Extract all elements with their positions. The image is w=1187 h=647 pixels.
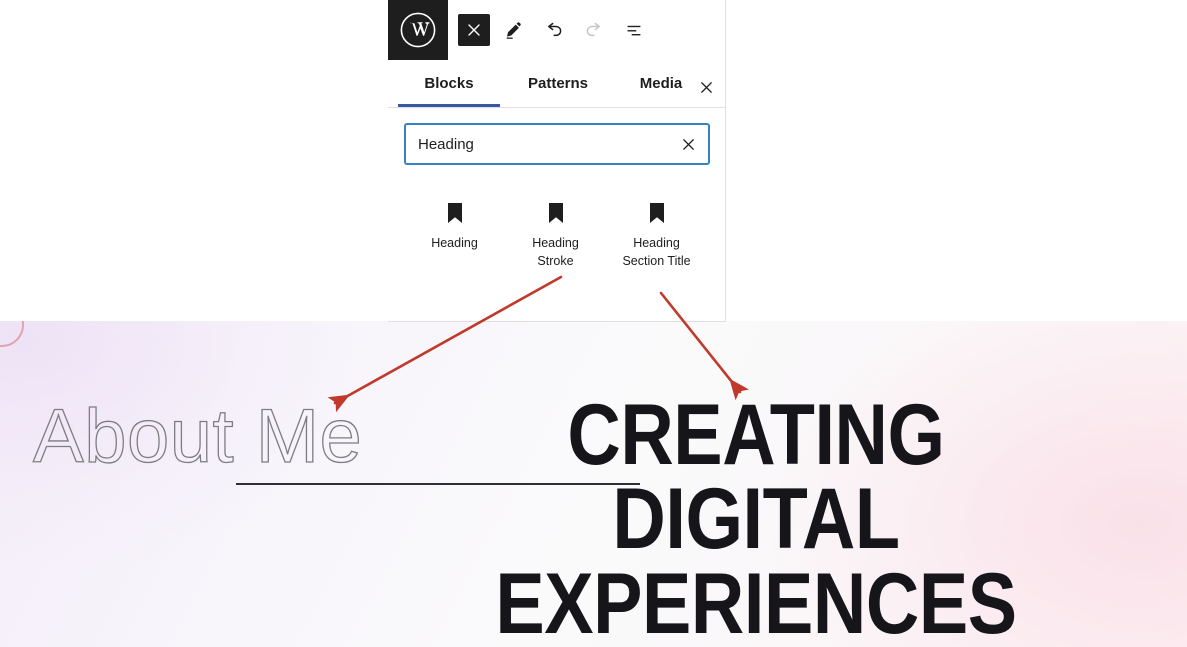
block-results-grid: Heading Heading Stroke Heading Section T… <box>388 164 725 270</box>
heading-underline-rule <box>236 483 640 485</box>
undo-button[interactable] <box>538 14 570 46</box>
block-item-heading-stroke[interactable]: Heading Stroke <box>505 196 606 270</box>
close-x-icon <box>468 24 480 36</box>
wordpress-logo-icon[interactable] <box>388 0 448 60</box>
heading-bookmark-icon <box>648 196 666 230</box>
block-inserter-panel: Blocks Patterns Media Heading Heading He… <box>388 0 726 322</box>
tab-blocks[interactable]: Blocks <box>398 59 500 107</box>
inserter-search-area <box>388 108 725 164</box>
block-item-label: Heading Stroke <box>532 236 579 269</box>
heading-bookmark-icon <box>446 196 464 230</box>
inserter-tablist: Blocks Patterns Media <box>388 60 725 108</box>
undo-arrow-icon <box>548 22 562 37</box>
redo-arrow-icon <box>586 22 600 37</box>
block-item-label: Heading <box>431 236 478 250</box>
tab-patterns[interactable]: Patterns <box>508 59 608 107</box>
close-inserter-button[interactable] <box>691 72 721 102</box>
heading-bookmark-icon <box>547 196 565 230</box>
close-x-icon <box>682 138 694 150</box>
heading-stroke-block[interactable]: About Me <box>32 398 362 475</box>
heading-section-title-block[interactable]: CREATING DIGITAL EXPERIENCES <box>455 392 1057 646</box>
editor-root: About Me CREATING DIGITAL EXPERIENCES Bl… <box>0 0 1187 647</box>
toggle-block-inserter-button[interactable] <box>458 14 490 46</box>
search-box[interactable] <box>405 124 709 164</box>
redo-button[interactable] <box>578 14 610 46</box>
tools-edit-button[interactable] <box>498 14 530 46</box>
editor-toolbar <box>388 0 725 60</box>
pencil-icon <box>506 22 521 39</box>
close-x-icon <box>700 81 712 93</box>
clear-search-button[interactable] <box>671 127 705 161</box>
block-item-label: Heading Section Title <box>622 236 691 269</box>
list-view-button[interactable] <box>618 14 650 46</box>
list-view-icon <box>627 25 641 36</box>
block-item-heading[interactable]: Heading <box>404 196 505 270</box>
search-input[interactable] <box>406 125 671 163</box>
block-item-heading-section-title[interactable]: Heading Section Title <box>606 196 707 270</box>
